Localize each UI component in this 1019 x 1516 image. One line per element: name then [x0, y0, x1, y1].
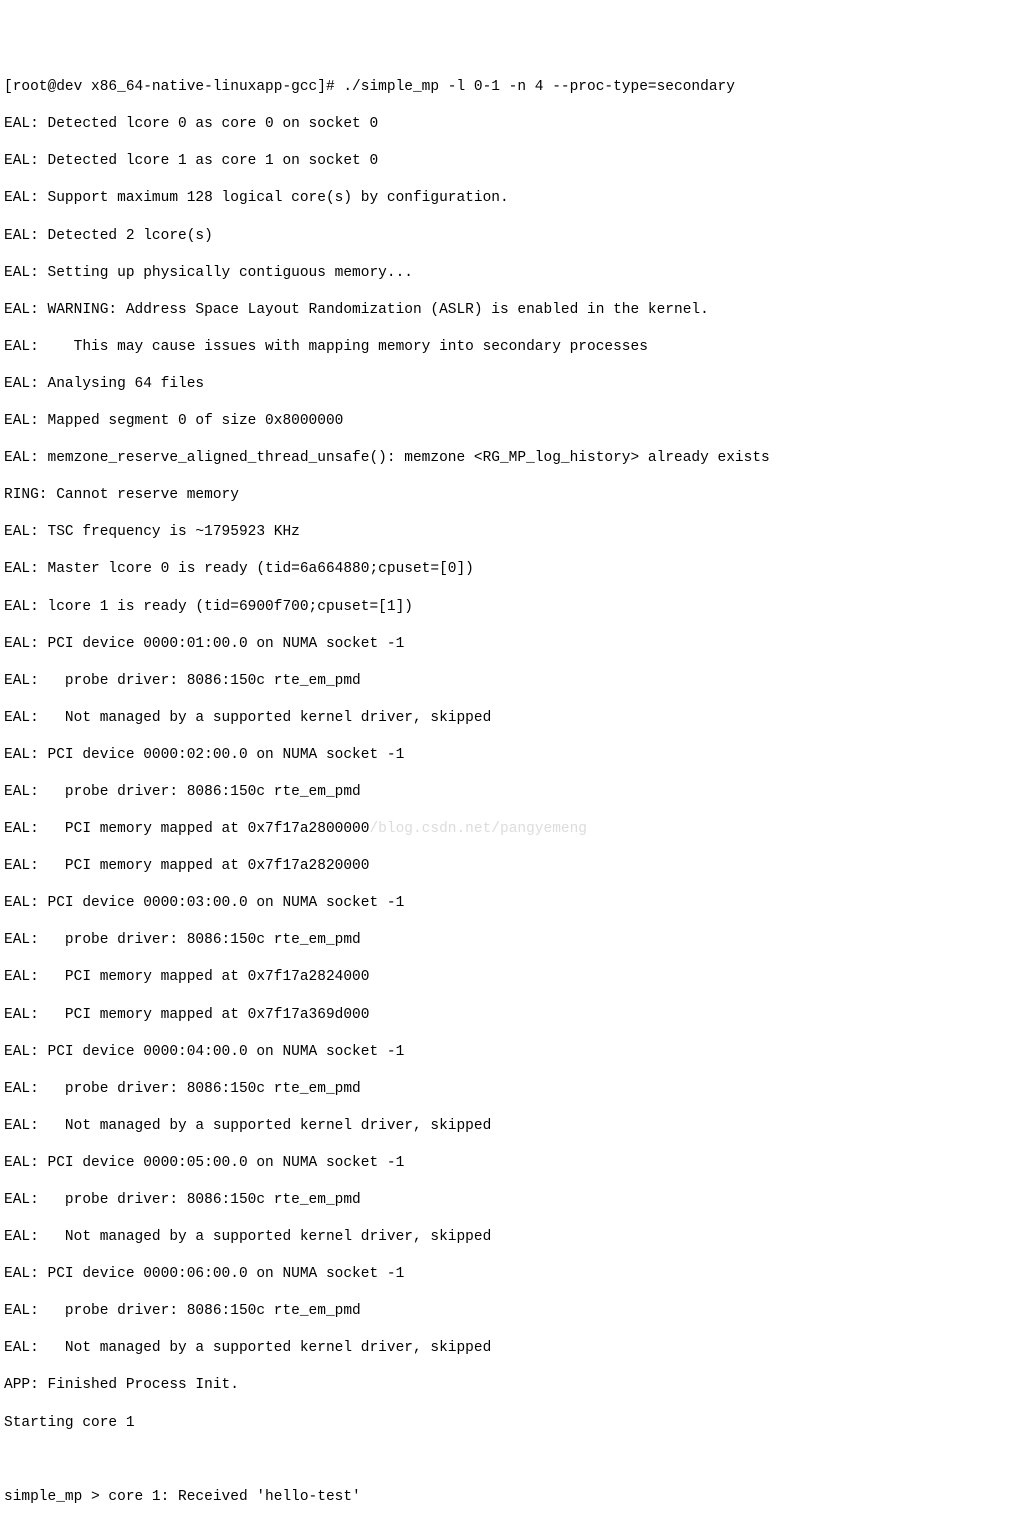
terminal-line: EAL: PCI device 0000:01:00.0 on NUMA soc…	[4, 635, 1015, 654]
terminal-line: EAL: Not managed by a supported kernel d…	[4, 1339, 1015, 1358]
terminal-line: EAL: PCI device 0000:03:00.0 on NUMA soc…	[4, 894, 1015, 913]
watermark-text: /blog.csdn.net/pangyemeng	[369, 821, 587, 837]
terminal-line: EAL: probe driver: 8086:150c rte_em_pmd	[4, 1080, 1015, 1099]
terminal-line: APP: Finished Process Init.	[4, 1376, 1015, 1395]
terminal-line: EAL: PCI memory mapped at 0x7f17a2820000	[4, 857, 1015, 876]
terminal-line: EAL: probe driver: 8086:150c rte_em_pmd	[4, 783, 1015, 802]
terminal-line: EAL: Not managed by a supported kernel d…	[4, 1228, 1015, 1247]
terminal-segment: EAL: PCI memory mapped at 0x7f17a2800000	[4, 821, 369, 837]
terminal-line: EAL: WARNING: Address Space Layout Rando…	[4, 301, 1015, 320]
terminal-line: EAL: PCI device 0000:05:00.0 on NUMA soc…	[4, 1154, 1015, 1173]
terminal-line: EAL: probe driver: 8086:150c rte_em_pmd	[4, 1191, 1015, 1210]
terminal-line: EAL: probe driver: 8086:150c rte_em_pmd	[4, 672, 1015, 691]
terminal-line: EAL: TSC frequency is ~1795923 KHz	[4, 523, 1015, 542]
terminal-line: EAL: Not managed by a supported kernel d…	[4, 1117, 1015, 1136]
terminal-line: EAL: Setting up physically contiguous me…	[4, 264, 1015, 283]
terminal-line: EAL: memzone_reserve_aligned_thread_unsa…	[4, 449, 1015, 468]
terminal-line: EAL: PCI device 0000:04:00.0 on NUMA soc…	[4, 1043, 1015, 1062]
terminal-line: EAL: lcore 1 is ready (tid=6900f700;cpus…	[4, 598, 1015, 617]
terminal-line: EAL: Not managed by a supported kernel d…	[4, 709, 1015, 728]
terminal-line: EAL: Detected lcore 0 as core 0 on socke…	[4, 115, 1015, 134]
terminal-line: [root@dev x86_64-native-linuxapp-gcc]# .…	[4, 78, 1015, 97]
terminal-line: EAL: PCI device 0000:06:00.0 on NUMA soc…	[4, 1265, 1015, 1284]
terminal-line: EAL: PCI memory mapped at 0x7f17a2800000…	[4, 820, 1015, 839]
terminal-line: EAL: PCI memory mapped at 0x7f17a2824000	[4, 968, 1015, 987]
terminal-line	[4, 1451, 1015, 1470]
terminal-line: EAL: Detected 2 lcore(s)	[4, 227, 1015, 246]
terminal-line: EAL: Support maximum 128 logical core(s)…	[4, 189, 1015, 208]
terminal-line: EAL: probe driver: 8086:150c rte_em_pmd	[4, 931, 1015, 950]
terminal-line: EAL: Detected lcore 1 as core 1 on socke…	[4, 152, 1015, 171]
terminal-line: EAL: probe driver: 8086:150c rte_em_pmd	[4, 1302, 1015, 1321]
terminal-line: EAL: PCI device 0000:02:00.0 on NUMA soc…	[4, 746, 1015, 765]
terminal-prompt-line[interactable]: simple_mp > core 1: Received 'hello-test…	[4, 1488, 1015, 1507]
terminal-line: RING: Cannot reserve memory	[4, 486, 1015, 505]
terminal-line: EAL: Master lcore 0 is ready (tid=6a6648…	[4, 560, 1015, 579]
terminal-line: EAL: Analysing 64 files	[4, 375, 1015, 394]
terminal-line: EAL: This may cause issues with mapping …	[4, 338, 1015, 357]
terminal-line: EAL: PCI memory mapped at 0x7f17a369d000	[4, 1006, 1015, 1025]
terminal-line: Starting core 1	[4, 1414, 1015, 1433]
terminal-line: EAL: Mapped segment 0 of size 0x8000000	[4, 412, 1015, 431]
